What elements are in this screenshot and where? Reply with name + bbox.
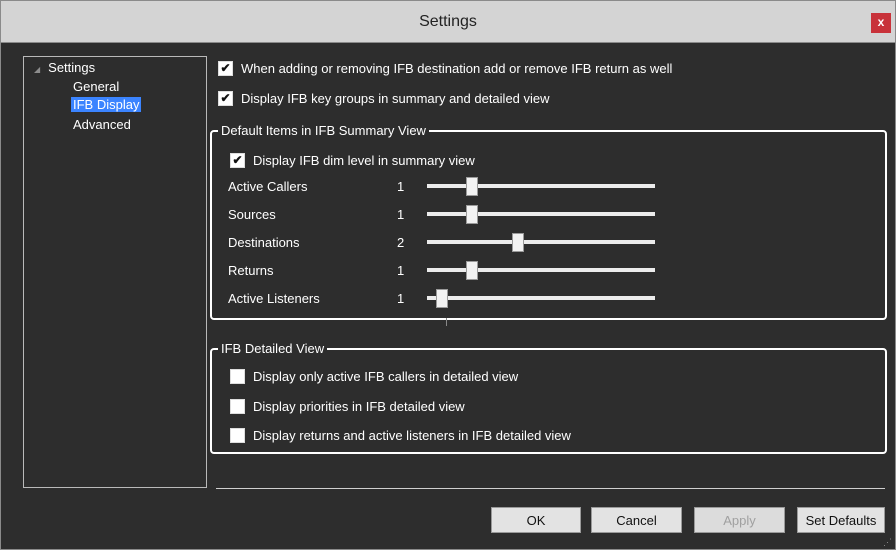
- slider-thumb-active-listeners[interactable]: [436, 289, 448, 308]
- tree-item-advanced[interactable]: Advanced: [71, 117, 133, 132]
- option-dim-level[interactable]: ✔ Display IFB dim level in summary view: [230, 153, 475, 168]
- slider-tick-mark: [446, 318, 447, 326]
- slider-label-active-callers: Active Callers: [228, 179, 308, 194]
- slider-thumb-returns[interactable]: [466, 261, 478, 280]
- slider-track-active-callers[interactable]: [427, 184, 655, 188]
- option-dim-level-label: Display IFB dim level in summary view: [253, 153, 475, 168]
- footer-separator: [216, 488, 885, 489]
- slider-thumb-active-callers[interactable]: [466, 177, 478, 196]
- slider-track-active-listeners[interactable]: [427, 296, 655, 300]
- option-add-remove-return-label: When adding or removing IFB destination …: [241, 61, 673, 76]
- slider-label-sources: Sources: [228, 207, 276, 222]
- detailed-view-legend: IFB Detailed View: [218, 341, 328, 357]
- title-bar[interactable]: Settings x: [1, 1, 895, 43]
- resize-grip-icon[interactable]: ⋰: [883, 537, 893, 547]
- slider-track-returns[interactable]: [427, 268, 655, 272]
- option-active-callers-only-label: Display only active IFB callers in detai…: [253, 369, 519, 384]
- slider-track-destinations[interactable]: [427, 240, 655, 244]
- set-defaults-button[interactable]: Set Defaults: [797, 507, 885, 533]
- tree-root[interactable]: ◢ Settings: [34, 60, 95, 75]
- ok-button[interactable]: OK: [491, 507, 581, 533]
- option-returns-listeners[interactable]: Display returns and active listeners in …: [230, 428, 571, 443]
- option-display-key-groups-label: Display IFB key groups in summary and de…: [241, 91, 550, 106]
- collapse-arrow-icon[interactable]: ◢: [34, 65, 40, 74]
- slider-label-active-listeners: Active Listeners: [228, 291, 320, 306]
- checkbox-add-remove-return[interactable]: ✔: [218, 61, 233, 76]
- option-display-key-groups[interactable]: ✔ Display IFB key groups in summary and …: [218, 91, 550, 106]
- cancel-button[interactable]: Cancel: [591, 507, 682, 533]
- slider-value-destinations: 2: [397, 235, 405, 250]
- option-add-remove-return[interactable]: ✔ When adding or removing IFB destinatio…: [218, 61, 672, 76]
- checkbox-returns-listeners[interactable]: [230, 428, 245, 443]
- slider-thumb-sources[interactable]: [466, 205, 478, 224]
- settings-tree: ◢ Settings General IFB Display Advanced: [23, 56, 207, 488]
- tree-root-label: Settings: [48, 60, 96, 75]
- settings-window: Settings x ◢ Settings General IFB Display…: [0, 0, 896, 550]
- tree-item-general[interactable]: General: [71, 79, 121, 94]
- slider-track-sources[interactable]: [427, 212, 655, 216]
- tree-item-ifb-display[interactable]: IFB Display: [71, 97, 142, 112]
- option-active-callers-only[interactable]: Display only active IFB callers in detai…: [230, 369, 518, 384]
- checkbox-active-callers-only[interactable]: [230, 369, 245, 384]
- slider-value-returns: 1: [397, 263, 405, 278]
- close-button[interactable]: x: [871, 13, 891, 33]
- checkbox-dim-level[interactable]: ✔: [230, 153, 245, 168]
- checkbox-display-priorities[interactable]: [230, 399, 245, 414]
- option-display-priorities[interactable]: Display priorities in IFB detailed view: [230, 399, 465, 414]
- slider-label-destinations: Destinations: [228, 235, 300, 250]
- slider-thumb-destinations[interactable]: [512, 233, 524, 252]
- apply-button[interactable]: Apply: [694, 507, 785, 533]
- slider-value-active-callers: 1: [397, 179, 405, 194]
- option-display-priorities-label: Display priorities in IFB detailed view: [253, 399, 465, 414]
- option-returns-listeners-label: Display returns and active listeners in …: [253, 428, 571, 443]
- checkbox-display-key-groups[interactable]: ✔: [218, 91, 233, 106]
- window-title: Settings: [419, 13, 477, 30]
- slider-value-active-listeners: 1: [397, 291, 405, 306]
- summary-view-legend: Default Items in IFB Summary View: [218, 123, 429, 139]
- slider-label-returns: Returns: [228, 263, 274, 278]
- slider-value-sources: 1: [397, 207, 405, 222]
